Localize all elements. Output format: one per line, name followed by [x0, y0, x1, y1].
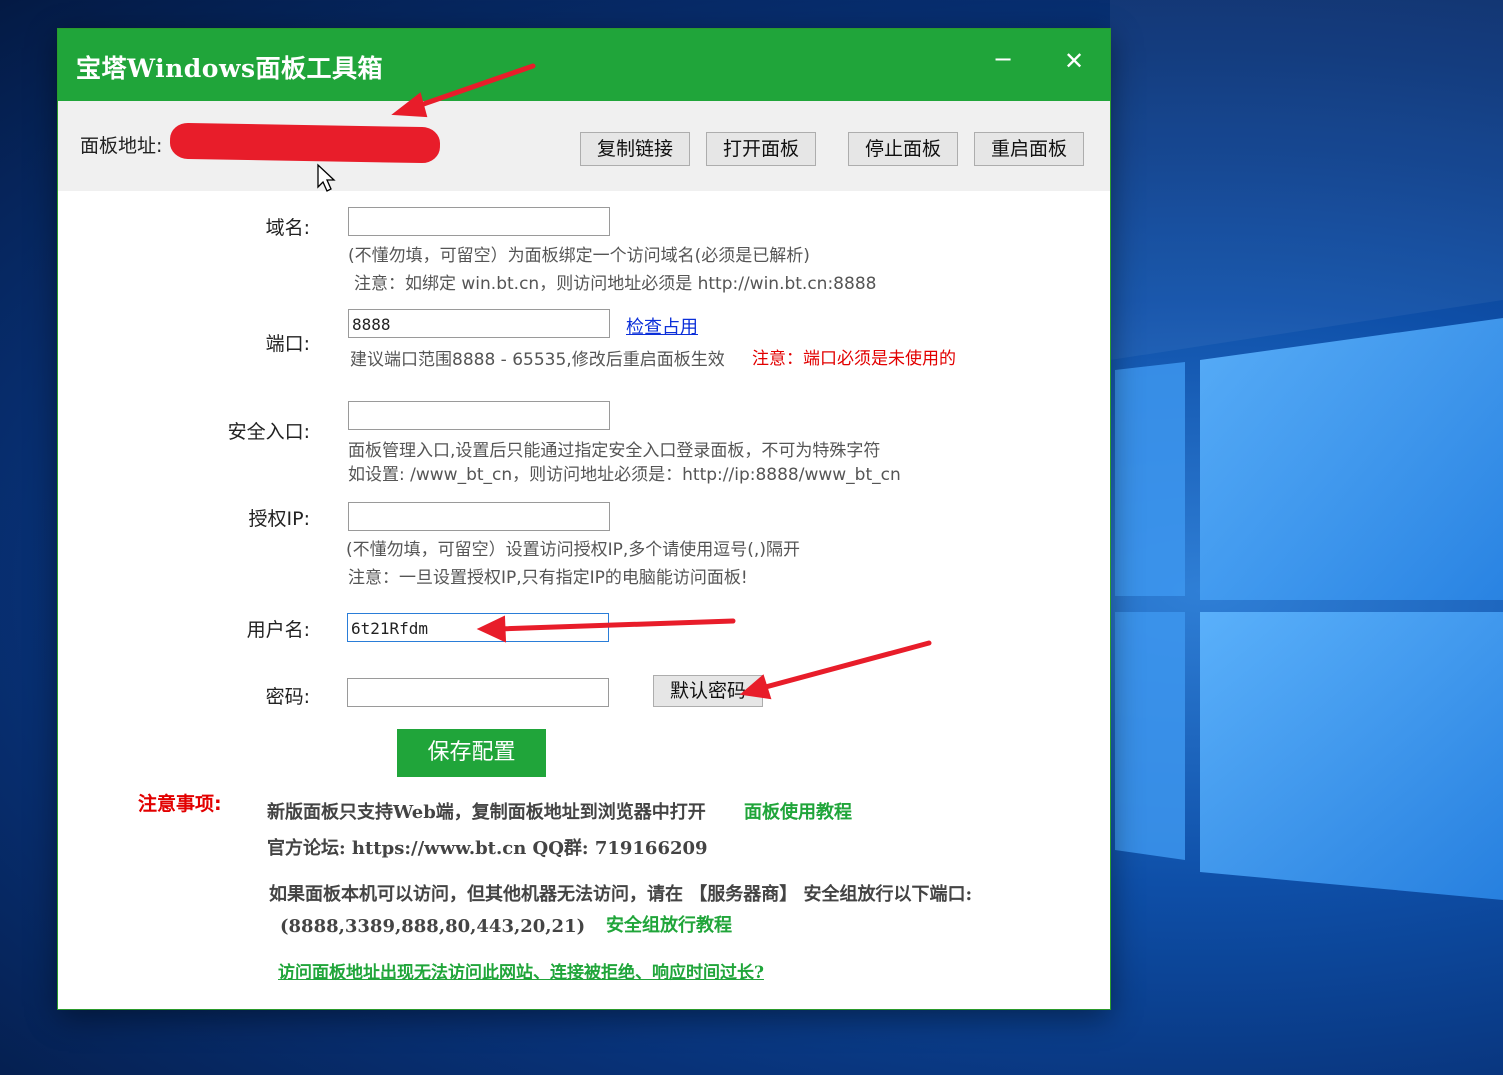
port-input[interactable]: 8888	[348, 309, 610, 338]
auth-ip-input[interactable]	[348, 502, 610, 531]
default-password-button[interactable]: 默认密码	[653, 675, 763, 707]
toolbox-dialog: 宝塔Windows面板工具箱 − ✕ 面板地址: 复制链接 打开面板 停止面板 …	[58, 29, 1110, 1009]
port-warning: 注意：端口必须是未使用的	[752, 349, 956, 369]
notice-web-only: 新版面板只支持Web端，复制面板地址到浏览器中打开	[267, 802, 706, 823]
stop-panel-button[interactable]: 停止面板	[848, 132, 958, 166]
notice-forum-qq: 官方论坛: https://www.bt.cn QQ群: 719166209	[267, 838, 708, 859]
check-port-link[interactable]: 检查占用	[626, 313, 698, 339]
save-config-button[interactable]: 保存配置	[397, 729, 546, 777]
redacted-address	[169, 122, 441, 164]
domain-label: 域名:	[265, 217, 310, 239]
auth-ip-hint: (不懂勿填，可留空）设置访问授权IP,多个请使用逗号(,)隔开	[346, 540, 800, 560]
access-problem-link[interactable]: 访问面板地址出现无法访问此网站、连接被拒绝、响应时间过长?	[278, 958, 764, 983]
copy-link-button[interactable]: 复制链接	[580, 132, 690, 166]
panel-tutorial-link[interactable]: 面板使用教程	[744, 798, 852, 824]
domain-input[interactable]	[348, 207, 610, 236]
domain-hint: (不懂勿填，可留空）为面板绑定一个访问域名(必须是已解析)	[348, 246, 810, 266]
password-label: 密码:	[265, 686, 310, 708]
notice-security-group: 如果面板本机可以访问，但其他机器无法访问，请在 【服务器商】 安全组放行以下端口…	[269, 884, 973, 905]
open-panel-button[interactable]: 打开面板	[706, 132, 816, 166]
close-button[interactable]: ✕	[1064, 47, 1084, 75]
domain-note: 注意：如绑定 win.bt.cn，则访问地址必须是 http://win.bt.…	[354, 274, 877, 294]
window-title: 宝塔Windows面板工具箱	[76, 54, 384, 83]
mouse-cursor-icon	[317, 163, 336, 192]
port-label: 端口:	[265, 333, 310, 355]
username-input[interactable]: 6t21Rfdm	[347, 613, 609, 642]
notice-ports: (8888,3389,888,80,443,20,21)	[280, 916, 586, 937]
restart-panel-button[interactable]: 重启面板	[974, 132, 1084, 166]
panel-address-bar: 面板地址: 复制链接 打开面板 停止面板 重启面板	[58, 101, 1110, 191]
panel-address-label: 面板地址:	[80, 135, 163, 157]
auth-ip-note: 注意：一旦设置授权IP,只有指定IP的电脑能访问面板!	[348, 568, 748, 588]
security-entry-input[interactable]	[348, 401, 610, 430]
minimize-button[interactable]: −	[993, 45, 1013, 73]
title-bar[interactable]: 宝塔Windows面板工具箱 − ✕	[58, 29, 1110, 101]
security-entry-example: 如设置: /www_bt_cn，则访问地址必须是：http://ip:8888/…	[348, 465, 901, 485]
username-label: 用户名:	[246, 619, 310, 641]
security-entry-label: 安全入口:	[227, 421, 310, 443]
password-input[interactable]	[347, 678, 609, 707]
notice-title: 注意事项:	[138, 793, 222, 815]
security-group-tutorial-link[interactable]: 安全组放行教程	[606, 911, 732, 937]
security-entry-hint: 面板管理入口,设置后只能通过指定安全入口登录面板，不可为特殊字符	[348, 441, 881, 461]
port-hint: 建议端口范围8888 - 65535,修改后重启面板生效	[350, 350, 725, 370]
auth-ip-label: 授权IP:	[248, 508, 310, 530]
